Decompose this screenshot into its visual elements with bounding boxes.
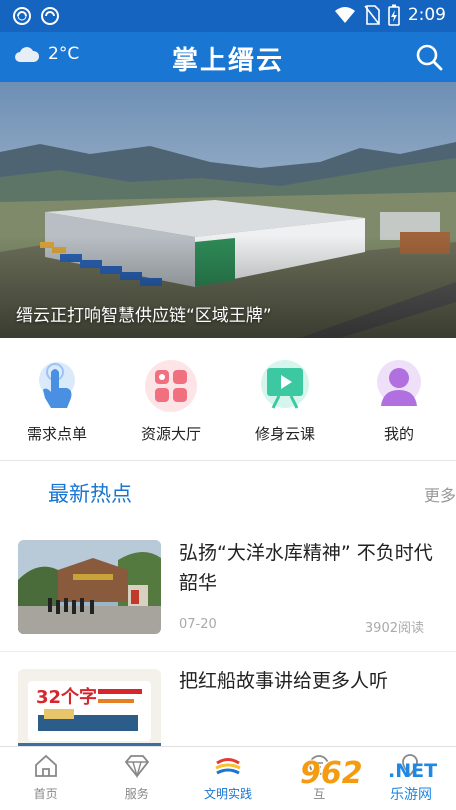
news-title: 弘扬“大洋水库精神” 不负时代韶华 [179,542,433,594]
service-label: 我的 [383,425,414,443]
service-label: 修身云课 [254,425,315,443]
service-cloud-course[interactable]: 修身云课 [228,338,342,460]
tab-home[interactable]: 首页 [0,747,91,810]
tab-label: 首页 [33,787,58,801]
tab-civilization-practice[interactable]: 文明实践 [182,747,273,810]
more-link[interactable]: 更多 [424,482,456,506]
service-label: 资源大厅 [140,425,201,443]
civilization-logo-icon [215,758,241,775]
banner-caption: 缙云正打响智慧供应链“区域王牌” [16,306,272,326]
search-icon[interactable] [414,42,444,72]
home-icon [34,754,57,777]
news-title: 把红船故事讲给更多人听 [179,670,389,692]
watermark-number: 962 [300,756,363,791]
hot-news-header: 最新热点 更多 [0,472,456,516]
news-thumbnail [18,540,161,634]
banner-carousel[interactable]: 缙云正打响智慧供应链“区域王牌” [0,82,456,338]
news-item[interactable]: 弘扬“大洋水库精神” 不负时代韶华 07-20 3902阅读 [0,530,456,650]
user-profile-icon [377,360,421,406]
section-divider [0,460,456,461]
battery-charging-icon [388,4,400,26]
wifi-icon [334,7,355,23]
video-play-board-icon [261,360,309,409]
app-header: 2°C 掌上缙云 [0,32,456,82]
clock: 2:09 [407,5,446,25]
watermark-subtitle: 乐游网 [390,787,432,803]
news-divider [0,651,456,652]
app-title: 掌上缙云 [171,46,284,76]
grid-apps-icon [145,360,197,412]
no-sim-icon [364,5,380,25]
site-watermark: 962 .NET 乐游网 [300,756,450,806]
section-title: 最新热点 [48,482,132,506]
thumbnail-text: 32个字 [36,686,97,708]
news-date: 07-20 [179,617,217,632]
news-item[interactable]: 32个字 把红船故事讲给更多人听 [0,660,456,763]
sync-notification-icon [13,7,31,25]
diamond-icon [124,755,149,779]
service-resource-hall[interactable]: 资源大厅 [114,338,228,460]
tab-service[interactable]: 服务 [91,747,182,810]
service-demand-order[interactable]: 需求点单 [0,338,114,460]
news-read-count: 3902阅读 [364,621,424,636]
tab-label: 服务 [124,787,149,801]
touch-hand-icon [39,362,75,408]
service-grid: 需求点单 资源大厅 修身云课 我的 [0,338,456,460]
tab-label: 文明实践 [204,787,253,801]
banner-image [0,82,456,338]
status-bar: 2:09 [0,0,456,32]
service-mine[interactable]: 我的 [342,338,456,460]
sync-notification-icon [41,7,59,25]
watermark-net: .NET [388,760,438,782]
service-label: 需求点单 [26,425,87,443]
